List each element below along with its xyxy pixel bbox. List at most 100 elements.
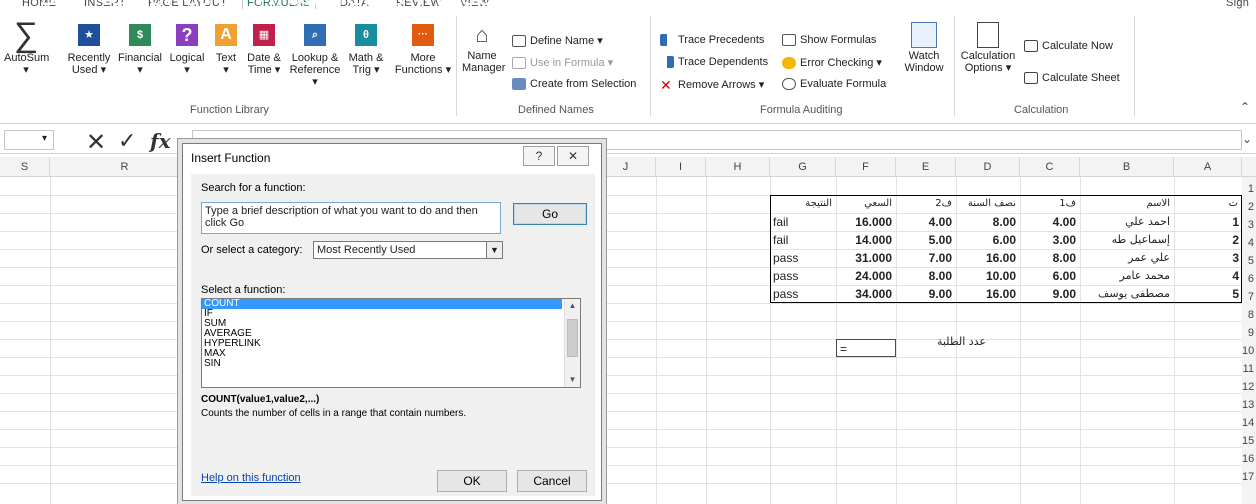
close-icon[interactable]: ✕ — [557, 146, 589, 166]
text-button[interactable]: A Text ▾ — [212, 20, 240, 76]
header-f2[interactable]: ف2 — [896, 195, 956, 213]
list-item-count[interactable]: COUNT — [202, 299, 562, 309]
remove-arrows-button[interactable]: ✕ Remove Arrows ▾ — [660, 78, 764, 92]
col-header-h[interactable]: H — [706, 157, 770, 177]
chevron-down-icon[interactable]: ▼ — [486, 242, 502, 258]
cell-result[interactable]: fail — [770, 213, 836, 231]
cell-f2[interactable]: 4.00 — [896, 213, 956, 231]
cell-name[interactable]: إسماعيل طه — [1080, 231, 1174, 249]
cell-f1[interactable]: 4.00 — [1020, 213, 1080, 231]
go-button[interactable]: Go — [513, 203, 587, 225]
col-header-g[interactable]: G — [770, 157, 836, 177]
active-cell[interactable]: = — [836, 339, 896, 357]
name-box[interactable]: ▾ — [4, 130, 54, 150]
row-header[interactable]: 6 — [1242, 273, 1256, 285]
cell-mid[interactable]: 6.00 — [956, 231, 1020, 249]
list-item-hyperlink[interactable]: HYPERLINK — [202, 339, 562, 349]
cell-result[interactable]: pass — [770, 249, 836, 267]
ok-button[interactable]: OK — [437, 470, 507, 492]
logical-button[interactable]: ? Logical ▾ — [166, 20, 208, 76]
more-functions-button[interactable]: ··· More Functions ▾ — [392, 20, 454, 76]
cell-mid[interactable]: 10.00 — [956, 267, 1020, 285]
name-manager-button[interactable]: ⌂ Name Manager — [462, 22, 505, 75]
calculate-now-button[interactable]: Calculate Now — [1024, 40, 1113, 52]
function-list[interactable]: COUNT IF SUM AVERAGE HYPERLINK MAX SIN ▲… — [201, 298, 581, 388]
header-result[interactable]: النتيجة — [770, 195, 836, 213]
math-trig-button[interactable]: θ Math & Trig ▾ — [344, 20, 388, 76]
cell-result[interactable]: pass — [770, 285, 836, 303]
row-header[interactable]: 16 — [1242, 453, 1256, 465]
cell-name[interactable]: علي عمر — [1080, 249, 1174, 267]
row-header[interactable]: 8 — [1242, 309, 1256, 321]
scroll-up-icon[interactable]: ▲ — [565, 299, 580, 313]
cell-name[interactable]: محمد عامر — [1080, 267, 1174, 285]
list-item-if[interactable]: IF — [202, 309, 562, 319]
col-header-c[interactable]: C — [1020, 157, 1080, 177]
calculation-options-button[interactable]: Calculation Options ▾ — [958, 22, 1018, 74]
cell-f1[interactable]: 8.00 — [1020, 249, 1080, 267]
row-header[interactable]: 7 — [1242, 291, 1256, 303]
cell-f1[interactable]: 9.00 — [1020, 285, 1080, 303]
cell-result[interactable]: pass — [770, 267, 836, 285]
row-header[interactable]: 5 — [1242, 255, 1256, 267]
evaluate-formula-button[interactable]: Evaluate Formula — [782, 78, 886, 90]
cell-f2[interactable]: 7.00 — [896, 249, 956, 267]
row-header[interactable]: 9 — [1242, 327, 1256, 339]
row-header[interactable]: 3 — [1242, 219, 1256, 231]
date-time-button[interactable]: ▦ Date & Time ▾ — [242, 20, 286, 76]
function-search-input[interactable]: Type a brief description of what you wan… — [201, 202, 501, 234]
row-header[interactable]: 1 — [1242, 183, 1256, 195]
count-label[interactable]: عدد الطلبة — [896, 333, 990, 351]
cell-idx[interactable]: 2 — [1174, 231, 1242, 249]
cancel-button[interactable]: Cancel — [517, 470, 587, 492]
error-checking-button[interactable]: Error Checking ▾ — [782, 56, 882, 69]
cell-name[interactable]: مصطفى يوسف — [1080, 285, 1174, 303]
cell-idx[interactable]: 4 — [1174, 267, 1242, 285]
cell-f2[interactable]: 8.00 — [896, 267, 956, 285]
col-header-i[interactable]: I — [656, 157, 706, 177]
cell-f1[interactable]: 6.00 — [1020, 267, 1080, 285]
row-header[interactable]: 11 — [1242, 363, 1256, 375]
list-item-sin[interactable]: SIN — [202, 359, 562, 369]
scroll-down-icon[interactable]: ▼ — [565, 373, 580, 387]
cell-annual[interactable]: 14.000 — [836, 231, 896, 249]
col-header-b[interactable]: B — [1080, 157, 1174, 177]
financial-button[interactable]: $ Financial ▾ — [114, 20, 166, 76]
col-header-a[interactable]: A — [1174, 157, 1242, 177]
show-formulas-button[interactable]: Show Formulas — [782, 34, 876, 46]
function-list-scrollbar[interactable]: ▲ ▼ — [564, 299, 580, 387]
row-header[interactable]: 17 — [1242, 471, 1256, 483]
col-header-s[interactable]: S — [0, 157, 50, 177]
expand-formula-bar-icon[interactable]: ⌄ — [1242, 132, 1252, 146]
cell-f2[interactable]: 9.00 — [896, 285, 956, 303]
cell-idx[interactable]: 1 — [1174, 213, 1242, 231]
cell-annual[interactable]: 16.000 — [836, 213, 896, 231]
define-name-button[interactable]: Define Name ▾ — [512, 34, 603, 47]
col-header-j[interactable]: J — [596, 157, 656, 177]
header-idx[interactable]: ت — [1174, 195, 1242, 213]
row-header[interactable]: 12 — [1242, 381, 1256, 393]
row-header[interactable]: 13 — [1242, 399, 1256, 411]
recently-used-button[interactable]: ★ Recently Used ▾ — [66, 20, 112, 76]
scroll-thumb[interactable] — [567, 319, 578, 357]
row-header[interactable]: 15 — [1242, 435, 1256, 447]
autosum-button[interactable]: ∑ AutoSum ▾ — [4, 18, 49, 76]
col-header-e[interactable]: E — [896, 157, 956, 177]
col-header-f[interactable]: F — [836, 157, 896, 177]
header-mid[interactable]: نصف السنة — [956, 195, 1020, 213]
list-item-sum[interactable]: SUM — [202, 319, 562, 329]
help-button[interactable]: ? — [523, 146, 555, 166]
create-from-selection-button[interactable]: Create from Selection — [512, 78, 636, 90]
cell-f1[interactable]: 3.00 — [1020, 231, 1080, 249]
use-in-formula-button[interactable]: Use in Formula ▾ — [512, 56, 613, 69]
header-annual[interactable]: السعي — [836, 195, 896, 213]
trace-dependents-button[interactable]: Trace Dependents — [660, 56, 768, 68]
watch-window-button[interactable]: Watch Window — [900, 22, 948, 74]
row-header[interactable]: 2 — [1242, 201, 1256, 213]
row-header[interactable]: 4 — [1242, 237, 1256, 249]
cell-annual[interactable]: 31.000 — [836, 249, 896, 267]
header-f1[interactable]: ف1 — [1020, 195, 1080, 213]
row-header[interactable]: 14 — [1242, 417, 1256, 429]
enter-icon[interactable]: ✓ — [118, 128, 136, 154]
cell-mid[interactable]: 8.00 — [956, 213, 1020, 231]
